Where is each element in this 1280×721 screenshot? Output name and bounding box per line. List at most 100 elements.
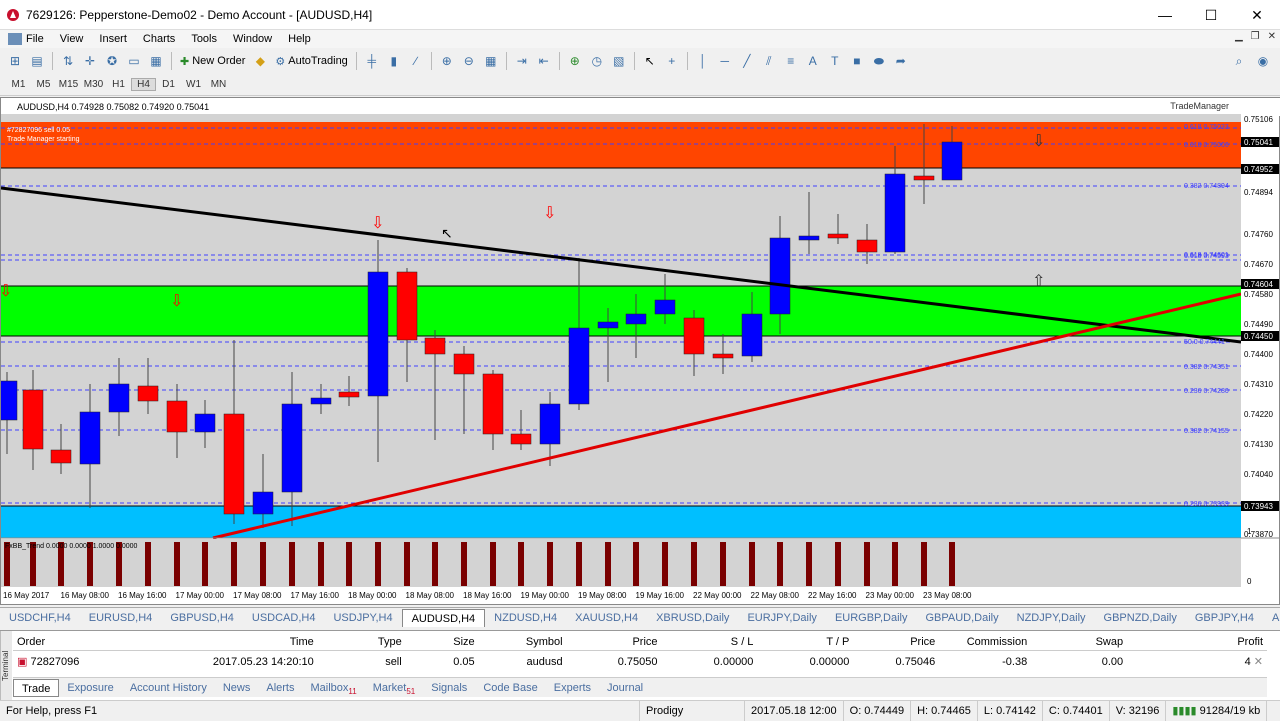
price-chart[interactable]: ⇩ ⇩ ⇩ ⇩ ⇩ ⇧ #72827096 sell 0.05 Trade Manager s…	[1, 114, 1279, 604]
mdi-close-icon[interactable]: ✕	[1268, 31, 1276, 42]
symbol-tab-nzdjpy[interactable]: NZDJPY,Daily	[1008, 609, 1095, 627]
menu-insert[interactable]: Insert	[91, 33, 135, 45]
col-size[interactable]: Size	[406, 633, 479, 650]
crosshair-icon[interactable]: +	[661, 51, 683, 71]
menu-window[interactable]: Window	[225, 33, 280, 45]
mdi-restore-icon[interactable]: ❐	[1251, 31, 1260, 42]
symbol-tab-gbpaud[interactable]: GBPAUD,Daily	[916, 609, 1007, 627]
tab-exposure[interactable]: Exposure	[59, 679, 121, 697]
chart-window[interactable]: AUDUSD,H4 0.74928 0.75082 0.74920 0.7504…	[0, 97, 1280, 605]
menu-charts[interactable]: Charts	[135, 33, 183, 45]
symbol-tab-audnzd[interactable]: AUDNZ	[1263, 609, 1280, 627]
col-order[interactable]: Order	[13, 633, 193, 650]
tab-news[interactable]: News	[215, 679, 259, 697]
tab-alerts[interactable]: Alerts	[258, 679, 302, 697]
col-swap[interactable]: Swap	[1031, 633, 1127, 650]
symbol-tab-usdchf[interactable]: USDCHF,H4	[0, 609, 80, 627]
templates-icon[interactable]: ▧	[608, 51, 630, 71]
col-tp[interactable]: T / P	[757, 633, 853, 650]
new-order-button[interactable]: ✚ New Order	[176, 51, 249, 71]
navigator-icon[interactable]: ✪	[101, 51, 123, 71]
tf-mn[interactable]: MN	[206, 79, 231, 90]
tab-signals[interactable]: Signals	[423, 679, 475, 697]
tab-market[interactable]: Market51	[365, 679, 424, 697]
col-price[interactable]: Price	[567, 633, 662, 650]
tab-journal[interactable]: Journal	[599, 679, 651, 697]
col-profit[interactable]: Profit	[1127, 633, 1267, 650]
tab-account-history[interactable]: Account History	[122, 679, 215, 697]
maximize-button[interactable]: ☐	[1188, 0, 1234, 30]
tf-m30[interactable]: M30	[81, 79, 106, 90]
symbol-tab-xbrusd[interactable]: XBRUSD,Daily	[647, 609, 738, 627]
data-window-icon[interactable]: ✛	[79, 51, 101, 71]
col-type[interactable]: Type	[318, 633, 406, 650]
tab-code-base[interactable]: Code Base	[475, 679, 545, 697]
zoom-out-icon[interactable]: ⊖	[458, 51, 480, 71]
text-icon[interactable]: A	[802, 51, 824, 71]
strategy-tester-icon[interactable]: ▦	[145, 51, 167, 71]
profiles-icon[interactable]: ▤	[26, 51, 48, 71]
symbol-tab-usdcad[interactable]: USDCAD,H4	[243, 609, 325, 627]
horizontal-line-icon[interactable]: ─	[714, 51, 736, 71]
channel-icon[interactable]: ⫽	[758, 51, 780, 71]
col-symbol[interactable]: Symbol	[479, 633, 567, 650]
col-commission[interactable]: Commission	[939, 633, 1031, 650]
close-button[interactable]: ✕	[1234, 0, 1280, 30]
line-chart-icon[interactable]: ∕	[405, 51, 427, 71]
periods-icon[interactable]: ◷	[586, 51, 608, 71]
metaeditor-icon[interactable]: ◆	[249, 51, 271, 71]
candlestick-icon[interactable]: ▮	[383, 51, 405, 71]
trendline-icon[interactable]: ╱	[736, 51, 758, 71]
mdi-minimize-icon[interactable]: ▁	[1235, 31, 1243, 42]
arrows-icon[interactable]: ➦	[890, 51, 912, 71]
col-sl[interactable]: S / L	[662, 633, 758, 650]
tf-m5[interactable]: M5	[31, 79, 56, 90]
menu-file[interactable]: File	[0, 33, 52, 45]
autoscroll-icon[interactable]: ⇥	[511, 51, 533, 71]
menu-help[interactable]: Help	[280, 33, 319, 45]
fibonacci-icon[interactable]: ≡	[780, 51, 802, 71]
tile-windows-icon[interactable]: ▦	[480, 51, 502, 71]
tab-experts[interactable]: Experts	[546, 679, 599, 697]
tab-mailbox[interactable]: Mailbox11	[302, 679, 364, 697]
menu-view[interactable]: View	[52, 33, 92, 45]
col-current-price[interactable]: Price	[853, 633, 939, 650]
new-chart-icon[interactable]: ⊞	[4, 51, 26, 71]
rectangle-icon[interactable]: ■	[846, 51, 868, 71]
symbol-tab-usdjpy[interactable]: USDJPY,H4	[324, 609, 401, 627]
tf-h4[interactable]: H4	[131, 78, 156, 91]
cursor-icon[interactable]: ↖	[639, 51, 661, 71]
symbol-tab-eurgbp[interactable]: EURGBP,Daily	[826, 609, 917, 627]
table-row[interactable]: ▣ 72827096 2017.05.23 14:20:10 sell 0.05…	[13, 653, 1267, 671]
tf-m1[interactable]: M1	[6, 79, 31, 90]
ellipse-icon[interactable]: ⬬	[868, 51, 890, 71]
indicators-icon[interactable]: ⊕	[564, 51, 586, 71]
symbol-tab-eurusd[interactable]: EURUSD,H4	[80, 609, 162, 627]
account-icon[interactable]: ◉	[1252, 51, 1274, 71]
search-icon[interactable]: ⌕	[1228, 51, 1250, 71]
symbol-tab-nzdusd[interactable]: NZDUSD,H4	[485, 609, 566, 627]
minimize-button[interactable]: —	[1142, 0, 1188, 30]
close-order-icon[interactable]: ✕	[1254, 656, 1263, 668]
col-time[interactable]: Time	[193, 633, 318, 650]
vertical-line-icon[interactable]: │	[692, 51, 714, 71]
terminal-icon[interactable]: ▭	[123, 51, 145, 71]
symbol-tab-gbpusd[interactable]: GBPUSD,H4	[161, 609, 243, 627]
autotrading-button[interactable]: ⚙ AutoTrading	[271, 51, 351, 71]
tf-m15[interactable]: M15	[56, 79, 81, 90]
market-watch-icon[interactable]: ⇅	[57, 51, 79, 71]
menu-tools[interactable]: Tools	[183, 33, 225, 45]
symbol-tab-gbpnzd[interactable]: GBPNZD,Daily	[1095, 609, 1186, 627]
text-label-icon[interactable]: T	[824, 51, 846, 71]
symbol-tab-gbpjpy[interactable]: GBPJPY,H4	[1186, 609, 1263, 627]
chart-shift-icon[interactable]: ⇤	[533, 51, 555, 71]
symbol-tab-audusd[interactable]: AUDUSD,H4	[401, 609, 486, 627]
tf-h1[interactable]: H1	[106, 79, 131, 90]
zoom-in-icon[interactable]: ⊕	[436, 51, 458, 71]
symbol-tab-xauusd[interactable]: XAUUSD,H4	[566, 609, 647, 627]
tf-d1[interactable]: D1	[156, 79, 181, 90]
bar-chart-icon[interactable]: ╪	[361, 51, 383, 71]
tf-w1[interactable]: W1	[181, 79, 206, 90]
symbol-tab-eurjpy[interactable]: EURJPY,Daily	[738, 609, 826, 627]
tab-trade[interactable]: Trade	[13, 678, 60, 697]
